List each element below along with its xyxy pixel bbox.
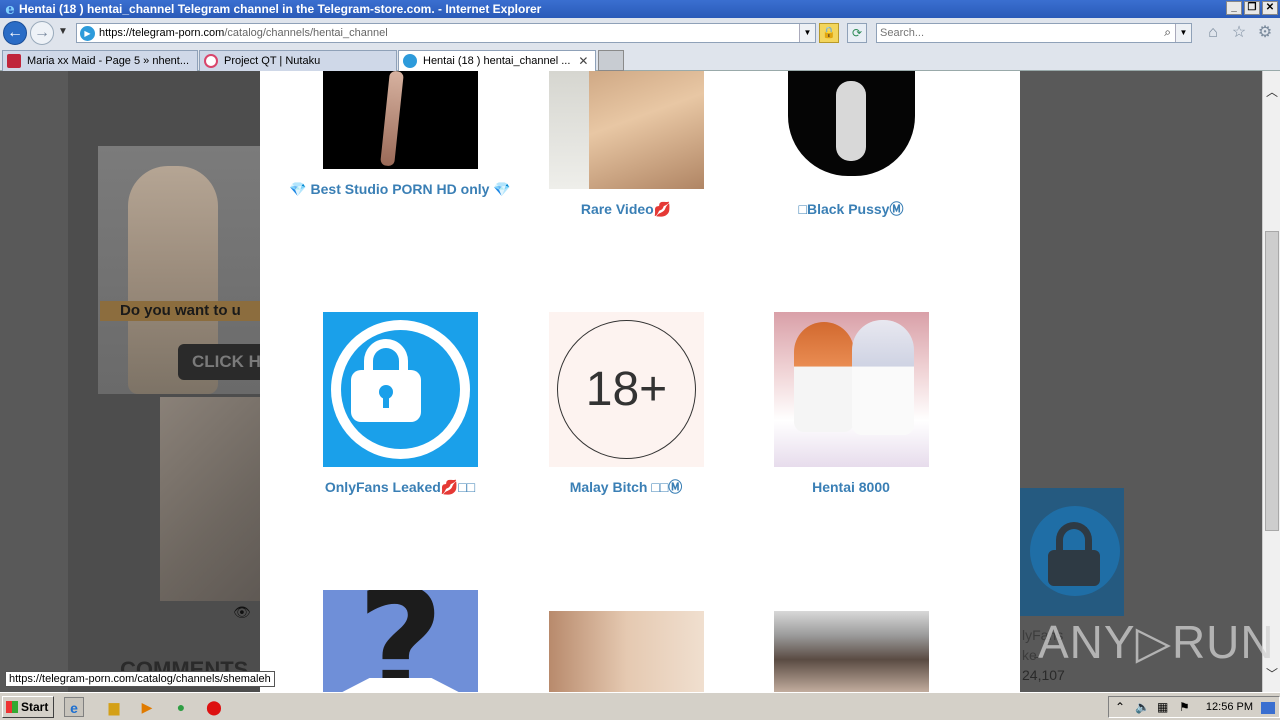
gear-icon[interactable]: ⚙ xyxy=(1256,24,1274,42)
search-icon[interactable]: ⌕ xyxy=(1164,25,1171,40)
tab-bar: Maria xx Maid - Page 5 » nhent... Projec… xyxy=(0,48,1280,71)
action-center-flag-icon[interactable]: ⚑ xyxy=(1179,700,1190,714)
channel-name[interactable]: 💎 Best Studio PORN HD only 💎 xyxy=(285,179,515,199)
nutaku-favicon-icon xyxy=(204,54,218,68)
search-input[interactable] xyxy=(880,26,1150,40)
window-title: Hentai (18 ) hentai_channel Telegram cha… xyxy=(19,2,542,16)
tab-telegram-store[interactable]: Hentai (18 ) hentai_channel ... ✕ xyxy=(398,50,596,71)
system-tray: ⌃ 🔈 ▦ ⚑ 12:56 PM xyxy=(1108,696,1280,718)
address-bar[interactable]: ▶ https://telegram-porn.com/catalog/chan… xyxy=(76,23,816,43)
search-box[interactable]: ⌕ ▼ xyxy=(876,23,1192,43)
channel-thumbnail[interactable] xyxy=(774,611,929,692)
lock-icon[interactable]: 🔒 xyxy=(819,23,839,43)
chrome-icon[interactable]: ● xyxy=(171,697,191,717)
channel-thumbnail[interactable] xyxy=(549,611,704,692)
channel-card[interactable]: □Black PussyⓂ xyxy=(736,71,936,231)
close-tab-icon[interactable]: ✕ xyxy=(578,54,588,68)
channel-thumbnail[interactable] xyxy=(323,312,478,467)
minimize-button[interactable]: _ xyxy=(1226,1,1242,15)
nhentai-favicon-icon xyxy=(7,54,21,68)
channel-name[interactable]: OnlyFans Leaked💋□□ xyxy=(285,477,515,497)
search-dropdown-icon[interactable]: ▼ xyxy=(1175,24,1191,42)
internet-explorer-taskbar-icon[interactable]: e xyxy=(64,697,84,717)
internet-explorer-icon: e xyxy=(5,0,15,18)
channel-card[interactable]: 💎 Best Studio PORN HD only 💎 xyxy=(285,71,511,231)
address-dropdown-icon[interactable]: ▼ xyxy=(799,24,815,42)
scrollbar-thumb[interactable] xyxy=(1265,231,1279,531)
channel-card[interactable]: OnlyFans Leaked💋□□ xyxy=(285,312,485,512)
clock[interactable]: 12:56 PM xyxy=(1206,701,1253,713)
refresh-icon[interactable]: ⟳ xyxy=(847,23,867,43)
restore-button[interactable]: ❐ xyxy=(1244,1,1260,15)
window-controls: _ ❐ ✕ xyxy=(1226,1,1278,15)
tab-label: Maria xx Maid - Page 5 » nhent... xyxy=(27,55,190,67)
channel-card[interactable]: ? xyxy=(285,590,485,692)
anyrun-watermark: ANY▷RUN xyxy=(1038,616,1275,668)
network-icon[interactable]: ▦ xyxy=(1157,700,1168,714)
ad-question: Do you want to u xyxy=(100,301,260,321)
channel-thumbnail[interactable] xyxy=(774,71,929,189)
eye-icon: 👁 xyxy=(233,604,251,620)
url-host: https://telegram-porn.com xyxy=(99,27,225,39)
channel-card[interactable] xyxy=(736,611,936,692)
volume-icon[interactable]: 🔈 xyxy=(1135,700,1150,714)
ad-click-button[interactable]: CLICK H xyxy=(178,344,268,380)
channel-thumbnail[interactable]: 18+ xyxy=(549,312,704,467)
new-tab-button[interactable] xyxy=(598,50,624,71)
navigation-bar: ← → ▼ ▶ https://telegram-porn.com/catalo… xyxy=(0,18,1280,48)
tray-expand-icon[interactable]: ⌃ xyxy=(1115,700,1125,714)
home-icon[interactable]: ⌂ xyxy=(1204,24,1222,42)
scroll-up-icon[interactable]: ︿ xyxy=(1263,83,1280,100)
start-button[interactable]: Start xyxy=(2,696,54,718)
address-url[interactable]: https://telegram-porn.com/catalog/channe… xyxy=(99,27,388,39)
back-button[interactable]: ← xyxy=(3,21,27,45)
channel-thumbnail[interactable]: ? xyxy=(323,590,478,692)
background-photo xyxy=(160,397,260,601)
title-bar: e Hentai (18 ) hentai_channel Telegram c… xyxy=(0,0,1280,18)
start-label: Start xyxy=(21,700,49,714)
similar-channels-panel: 💎 Best Studio PORN HD only 💎 Rare Video💋… xyxy=(260,71,1020,692)
channel-thumbnail[interactable] xyxy=(774,312,929,467)
media-player-icon[interactable]: ▶ xyxy=(137,697,157,717)
channel-thumbnail[interactable] xyxy=(323,71,478,169)
channel-name[interactable]: □Black PussyⓂ xyxy=(736,199,966,219)
close-button[interactable]: ✕ xyxy=(1262,1,1278,15)
site-favicon-icon: ▶ xyxy=(80,26,95,41)
status-url-tooltip: https://telegram-porn.com/catalog/channe… xyxy=(5,671,275,687)
history-dropdown-icon[interactable]: ▼ xyxy=(58,26,68,37)
eighteen-plus-text: 18+ xyxy=(585,363,668,416)
show-desktop-icon[interactable] xyxy=(1261,702,1275,714)
channel-name[interactable]: Malay Bitch □□Ⓜ xyxy=(511,477,741,497)
channel-card[interactable] xyxy=(511,611,711,692)
question-mark-icon: ? xyxy=(356,590,444,692)
windows-flag-icon xyxy=(6,701,18,713)
channel-card[interactable]: Hentai 8000 xyxy=(736,312,936,512)
tab-label: Hentai (18 ) hentai_channel ... xyxy=(423,55,571,67)
background-ad-banner[interactable]: Do you want to u CLICK H xyxy=(98,146,268,394)
tab-nutaku[interactable]: Project QT | Nutaku xyxy=(199,50,397,71)
lock-logo-icon xyxy=(1030,506,1120,596)
folder-icon[interactable]: ▆ xyxy=(104,697,124,717)
favorites-star-icon[interactable]: ☆ xyxy=(1230,24,1248,42)
taskbar: Start e ▆ ▶ ● ⬤ ⌃ 🔈 ▦ ⚑ 12:56 PM xyxy=(0,692,1280,720)
forward-button[interactable]: → xyxy=(30,21,54,45)
telegram-store-favicon-icon xyxy=(403,54,417,68)
toolbar-icons: ⌂ ☆ ⚙ xyxy=(1204,24,1274,42)
tab-label: Project QT | Nutaku xyxy=(224,55,321,67)
channel-name[interactable]: Rare Video💋 xyxy=(511,199,741,219)
vertical-scrollbar[interactable]: ︿ ﹀ xyxy=(1262,71,1280,692)
page-viewport: Do you want to u CLICK H 👁 COMMENTS lyFa… xyxy=(0,71,1262,692)
tab-nhentai[interactable]: Maria xx Maid - Page 5 » nhent... xyxy=(2,50,198,71)
antivirus-icon[interactable]: ⬤ xyxy=(204,697,224,717)
background-channel-thumbnail[interactable] xyxy=(1020,488,1124,616)
url-path: /catalog/channels/hentai_channel xyxy=(224,27,388,39)
channel-card[interactable]: 18+ Malay Bitch □□Ⓜ xyxy=(511,312,711,512)
channel-name[interactable]: Hentai 8000 xyxy=(736,477,966,497)
channel-thumbnail[interactable] xyxy=(549,71,704,189)
channel-card[interactable]: Rare Video💋 xyxy=(511,71,711,231)
